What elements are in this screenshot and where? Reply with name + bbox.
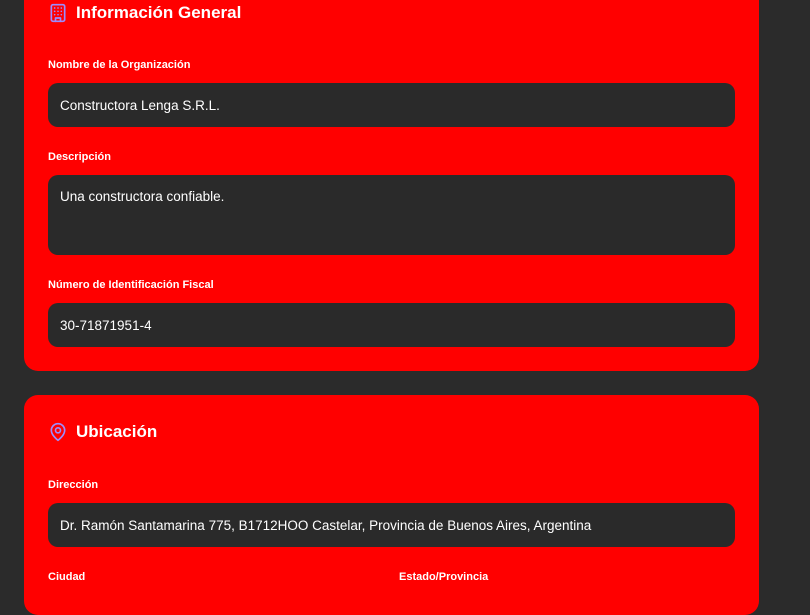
building-icon [48,3,68,23]
state-label: Estado/Provincia [399,571,489,583]
org-name-field[interactable]: Constructora Lenga S.R.L. [48,83,735,127]
tax-id-label: Número de Identificación Fiscal [48,279,214,291]
description-textarea[interactable]: Una constructora confiable. [48,175,735,255]
description-label: Descripción [48,151,111,163]
org-name-label: Nombre de la Organización [48,59,191,71]
address-field[interactable]: Dr. Ramón Santamarina 775, B1712HOO Cast… [48,503,735,547]
map-pin-icon [48,422,68,442]
location-title: Ubicación [76,422,158,441]
general-info-header: Información General [48,3,241,23]
city-label: Ciudad [48,571,86,583]
location-card: Ubicación Dirección Dr. Ramón Santamarin… [24,395,759,615]
tax-id-field[interactable]: 30-71871951-4 [48,303,735,347]
general-info-title: Información General [76,3,242,22]
address-label: Dirección [48,479,99,491]
general-info-card: Información General Nombre de la Organiz… [24,0,759,371]
location-header: Ubicación [48,422,157,442]
